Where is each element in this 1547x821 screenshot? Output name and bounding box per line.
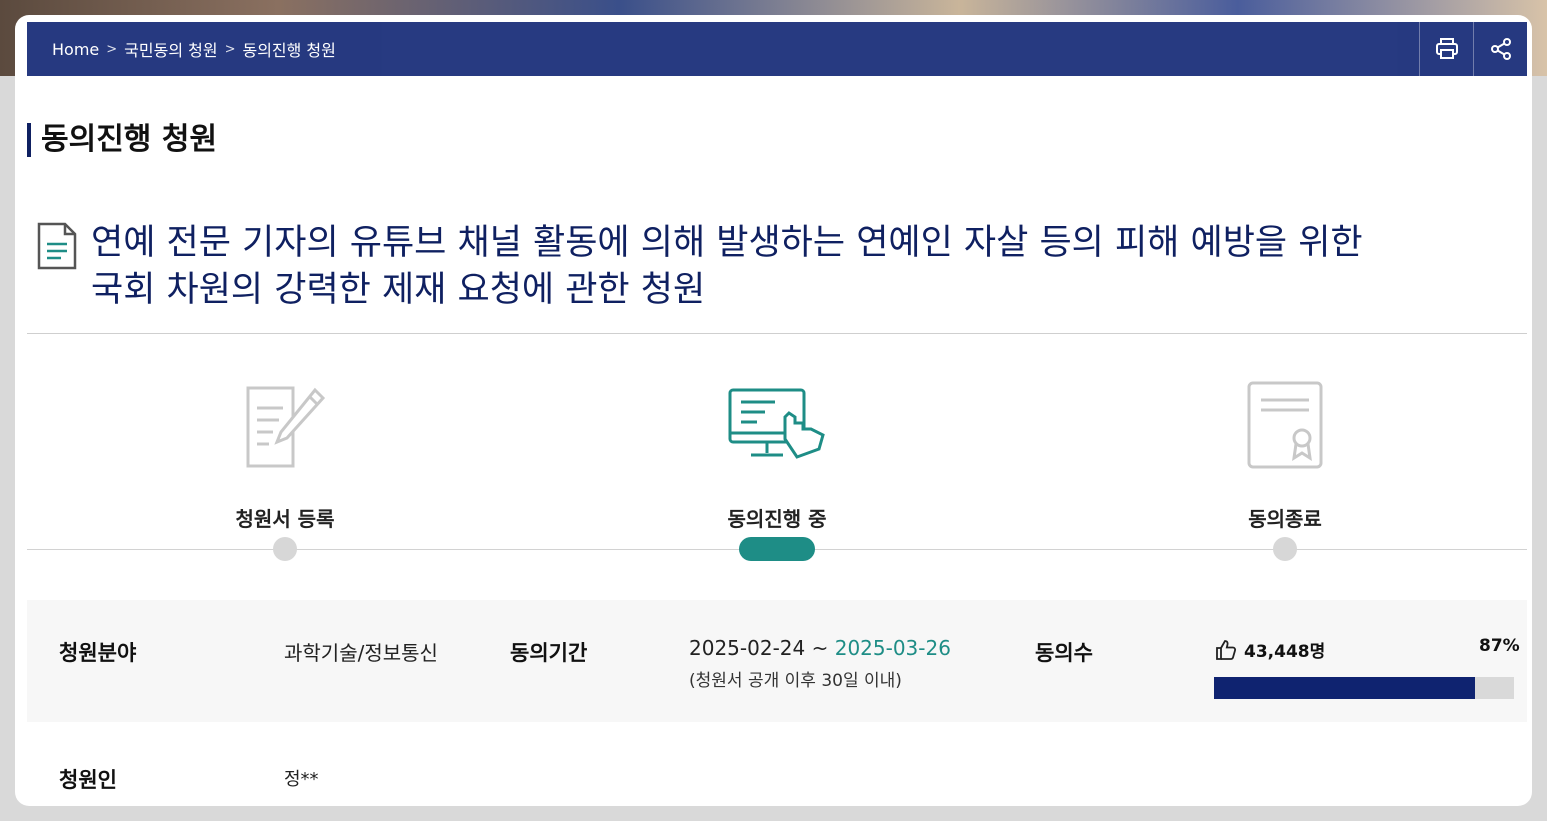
step-dot-registration [273, 537, 297, 561]
petitioner-row: 청원인 정** [27, 755, 1527, 795]
step-in-progress: 동의진행 중 [657, 375, 897, 532]
step-label: 동의종료 [1248, 507, 1322, 531]
certificate-icon [1247, 381, 1323, 469]
field-value: 과학기술/정보통신 [284, 641, 438, 665]
progress-bar-fill [1214, 677, 1475, 699]
petition-title: 연예 전문 기자의 유튜브 채널 활동에 의해 발생하는 연예인 자살 등의 피… [91, 220, 1363, 314]
step-dot-closed [1273, 537, 1297, 561]
petition-heading: 연예 전문 기자의 유튜브 채널 활동에 의해 발생하는 연예인 자살 등의 피… [37, 220, 1507, 314]
breadcrumb: Home > 국민동의 청원 > 동의진행 청원 [27, 37, 336, 61]
breadcrumb-level1[interactable]: 국민동의 청원 [124, 37, 217, 61]
period-note: (청원서 공개 이후 30일 이내) [689, 671, 902, 691]
period-label: 동의기간 [510, 641, 588, 665]
agree-count: 43,448명 [1214, 637, 1325, 662]
chevron-right-icon: > [106, 41, 118, 57]
step-registration: 청원서 등록 [165, 375, 405, 532]
title-divider [27, 333, 1527, 334]
progress-bar [1214, 677, 1514, 699]
percent-value: 87% [1479, 636, 1520, 656]
petition-info-box: 청원분야 과학기술/정보통신 동의기간 2025-02-24 ~ 2025-03… [27, 600, 1527, 722]
thumbs-up-icon [1216, 639, 1237, 660]
document-edit-icon [246, 386, 326, 468]
breadcrumb-level2[interactable]: 동의진행 청원 [242, 37, 335, 61]
print-button[interactable] [1419, 22, 1473, 76]
chevron-right-icon: > [224, 41, 236, 57]
petition-card: Home > 국민동의 청원 > 동의진행 청원 동의진행 청원 연예 전문 기… [15, 15, 1532, 806]
petition-title-line1: 연예 전문 기자의 유튜브 채널 활동에 의해 발생하는 연예인 자살 등의 피… [91, 223, 1363, 263]
period-end: 2025-03-26 [834, 636, 951, 660]
petition-title-line2: 국회 차원의 강력한 제재 요청에 관한 청원 [91, 270, 706, 310]
step-dot-in-progress [739, 537, 815, 561]
step-closed: 동의종료 [1165, 375, 1405, 532]
period-separator: ~ [805, 636, 835, 660]
progress-steps: 청원서 등록 동의진행 중 동의종료 [27, 375, 1527, 575]
breadcrumb-bar: Home > 국민동의 청원 > 동의진행 청원 [27, 22, 1527, 76]
period-start: 2025-02-24 [689, 636, 806, 660]
print-icon [1435, 38, 1458, 59]
step-label: 동의진행 중 [727, 507, 827, 531]
petitioner-label: 청원인 [59, 768, 117, 792]
share-button[interactable] [1473, 22, 1527, 76]
count-value: 43,448명 [1244, 642, 1326, 662]
document-icon [37, 222, 77, 270]
period-value: 2025-02-24 ~ 2025-03-26 [689, 636, 951, 660]
count-label: 동의수 [1035, 641, 1093, 665]
step-label: 청원서 등록 [235, 507, 335, 531]
monitor-touch-icon [728, 388, 825, 459]
toolbar [1419, 22, 1527, 76]
share-icon [1490, 38, 1511, 60]
page-title: 동의진행 청원 [27, 123, 217, 157]
breadcrumb-home[interactable]: Home [52, 40, 99, 59]
field-label: 청원분야 [59, 641, 137, 665]
petitioner-value: 정** [284, 769, 319, 790]
